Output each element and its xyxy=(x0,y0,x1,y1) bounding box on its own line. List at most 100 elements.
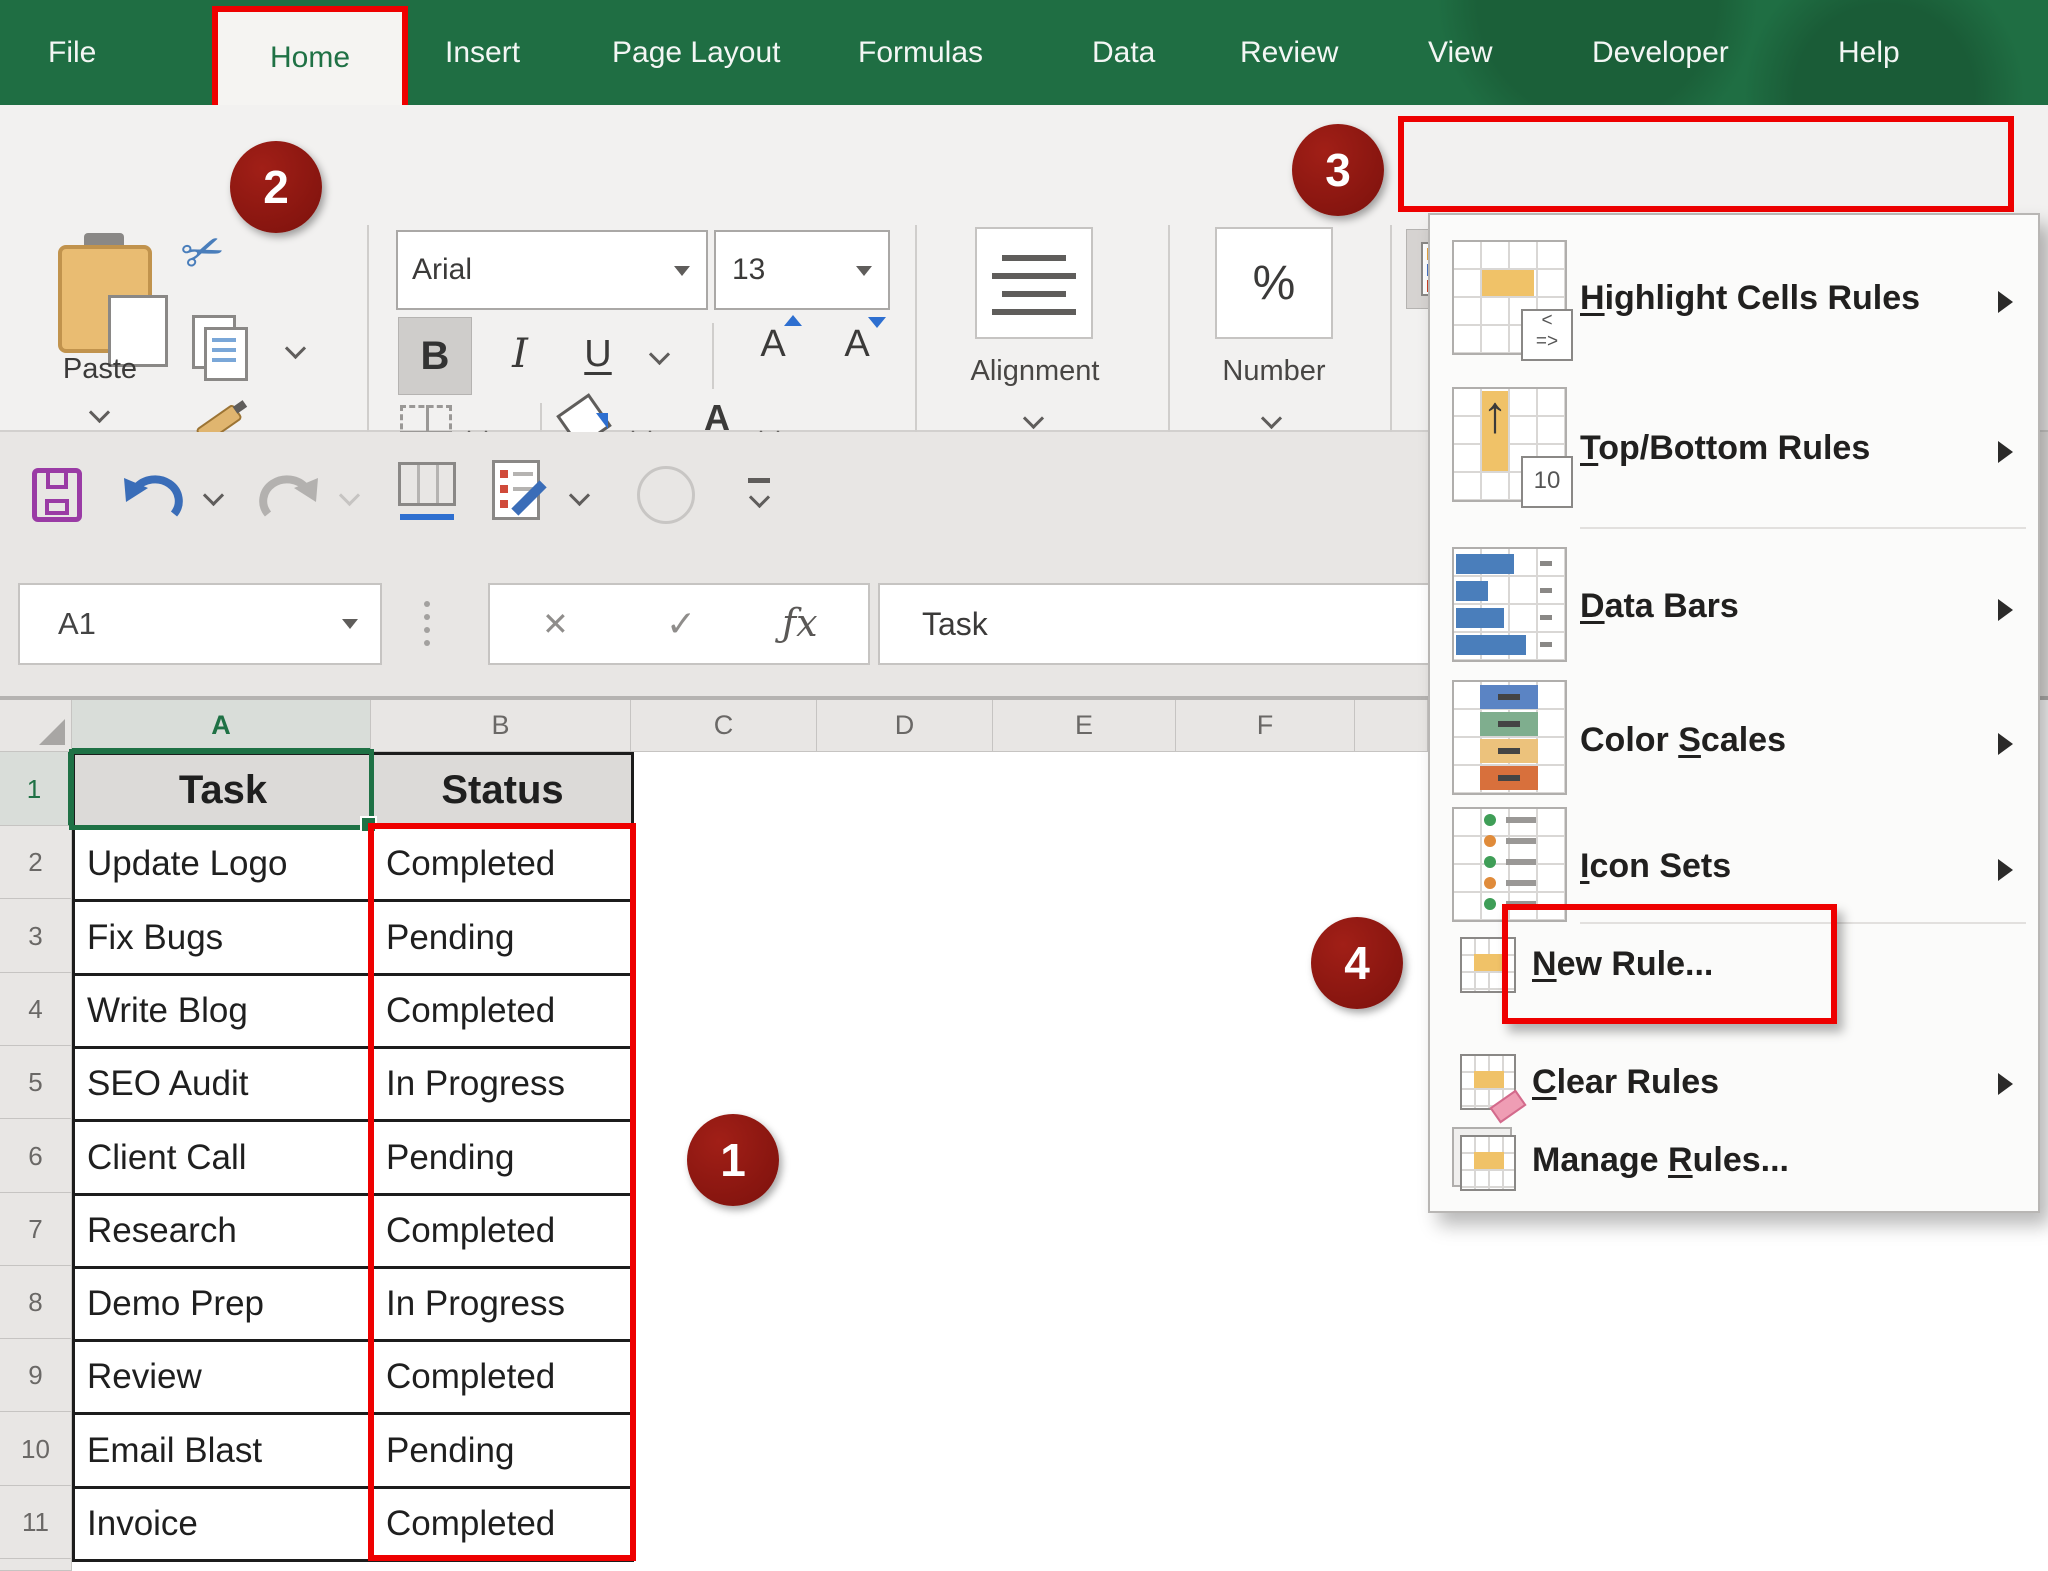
column-width-arrow-icon xyxy=(400,514,454,520)
tab-view[interactable]: View xyxy=(1428,0,1492,105)
cell-a11[interactable]: Invoice xyxy=(74,1488,373,1561)
cell-b1[interactable]: Status xyxy=(373,754,633,828)
excel-window: File Insert Page Layout Formulas Data Re… xyxy=(0,0,2048,1571)
submenu-arrow-icon xyxy=(1998,599,2013,621)
name-box[interactable]: A1 xyxy=(18,583,382,665)
row-header-2[interactable]: 2 xyxy=(0,826,72,899)
name-box-dropdown-icon[interactable] xyxy=(342,619,358,629)
row-header-7[interactable]: 7 xyxy=(0,1193,72,1266)
tab-insert[interactable]: Insert xyxy=(445,0,520,105)
font-size-dropdown-icon[interactable] xyxy=(856,266,872,276)
submenu-arrow-icon xyxy=(1998,733,2013,755)
submenu-arrow-icon xyxy=(1998,291,2013,313)
tab-home[interactable]: Home xyxy=(212,6,408,112)
tab-page-layout[interactable]: Page Layout xyxy=(612,0,780,105)
customize-toolbar-icon[interactable] xyxy=(748,478,770,483)
clear-rules-icon xyxy=(1460,1054,1516,1110)
font-name-combo[interactable]: Arial xyxy=(396,230,708,310)
undo-icon[interactable] xyxy=(122,470,184,524)
row-header-4[interactable]: 4 xyxy=(0,973,72,1046)
underline-dropdown-icon[interactable] xyxy=(649,344,670,365)
column-header-c[interactable]: C xyxy=(631,700,817,752)
number-group-label: Number xyxy=(1174,355,1374,388)
column-header-d[interactable]: D xyxy=(817,700,993,752)
number-dropdown-icon[interactable] xyxy=(1261,408,1282,429)
data-bars-icon xyxy=(1452,547,1567,662)
cell-a7[interactable]: Research xyxy=(74,1195,373,1268)
decrease-font-button[interactable]: A xyxy=(822,323,892,393)
formula-bar-drag-handle[interactable] xyxy=(424,594,430,653)
alignment-icon xyxy=(975,227,1093,339)
column-header-e[interactable]: E xyxy=(993,700,1176,752)
row-header-5[interactable]: 5 xyxy=(0,1046,72,1119)
formula-buttons: ✕ ✓ ƒx xyxy=(488,583,870,665)
conditional-formatting-menu: < => Highlight Cells Rules ↑ 10 Top/Bott… xyxy=(1428,213,2040,1213)
cell-a8[interactable]: Demo Prep xyxy=(74,1268,373,1341)
select-all-corner[interactable] xyxy=(0,700,72,752)
manage-rules-icon xyxy=(1460,1135,1516,1191)
tab-formulas[interactable]: Formulas xyxy=(858,0,983,105)
column-header-a[interactable]: A xyxy=(72,700,371,752)
cut-icon[interactable]: ✂ xyxy=(173,218,232,287)
row-header-12[interactable] xyxy=(0,1559,72,1571)
new-rule-highlight-box xyxy=(1502,904,1837,1024)
increase-font-button[interactable]: A xyxy=(738,323,808,393)
cell-a2[interactable]: Update Logo xyxy=(74,828,373,901)
column-header-b[interactable]: B xyxy=(371,700,631,752)
font-name-dropdown-icon[interactable] xyxy=(674,266,690,276)
annotation-step-2: 2 xyxy=(230,141,322,233)
alignment-dropdown-icon[interactable] xyxy=(1023,408,1044,429)
column-width-icon[interactable] xyxy=(398,462,456,506)
tab-data[interactable]: Data xyxy=(1092,0,1155,105)
paste-dropdown-icon[interactable] xyxy=(89,402,110,423)
row-header-10[interactable]: 10 xyxy=(0,1412,72,1486)
paste-label[interactable]: Paste xyxy=(40,353,160,386)
customize-toolbar-chevron-icon xyxy=(749,487,770,508)
save-icon[interactable] xyxy=(32,468,82,522)
submenu-arrow-icon xyxy=(1998,859,2013,881)
active-cell-selection[interactable] xyxy=(69,749,374,830)
edit-form-icon[interactable] xyxy=(492,460,540,520)
tab-help[interactable]: Help xyxy=(1838,0,1900,105)
tab-developer[interactable]: Developer xyxy=(1592,0,1729,105)
row-header-3[interactable]: 3 xyxy=(0,899,72,973)
cell-a9[interactable]: Review xyxy=(74,1341,373,1414)
row-header-9[interactable]: 9 xyxy=(0,1339,72,1412)
tab-file[interactable]: File xyxy=(48,0,96,105)
tab-review[interactable]: Review xyxy=(1240,0,1338,105)
edit-form-dropdown-icon[interactable] xyxy=(569,485,590,506)
italic-button[interactable]: I xyxy=(492,317,548,393)
underline-button[interactable]: U xyxy=(566,317,630,393)
cell-a6[interactable]: Client Call xyxy=(74,1121,373,1195)
row-header-8[interactable]: 8 xyxy=(0,1266,72,1339)
color-scales-icon xyxy=(1452,680,1567,795)
annotation-step-3: 3 xyxy=(1292,124,1384,216)
cell-a3[interactable]: Fix Bugs xyxy=(74,901,373,975)
copy-dropdown-icon[interactable] xyxy=(285,338,306,359)
status-range-highlight-box xyxy=(368,823,636,1561)
top-bottom-rules-icon: ↑ 10 xyxy=(1452,387,1567,502)
row-header-11[interactable]: 11 xyxy=(0,1486,72,1559)
column-header-f[interactable]: F xyxy=(1176,700,1355,752)
cell-a10[interactable]: Email Blast xyxy=(74,1414,373,1488)
column-header-g[interactable] xyxy=(1355,700,1428,752)
bold-button[interactable]: B xyxy=(398,317,472,395)
cell-a4[interactable]: Write Blog xyxy=(74,975,373,1048)
submenu-arrow-icon xyxy=(1998,1073,2013,1095)
row-header-1[interactable]: 1 xyxy=(0,752,72,826)
decrease-font-arrow-icon xyxy=(868,317,886,328)
cell-a5[interactable]: SEO Audit xyxy=(74,1048,373,1121)
alignment-group-label: Alignment xyxy=(930,355,1140,388)
enter-icon[interactable]: ✓ xyxy=(666,585,696,663)
row-header-6[interactable]: 6 xyxy=(0,1119,72,1193)
select-all-triangle-icon xyxy=(39,719,65,745)
redo-icon[interactable] xyxy=(258,470,320,524)
cancel-icon[interactable]: ✕ xyxy=(542,585,569,663)
insert-function-icon[interactable]: ƒx xyxy=(782,585,818,661)
shape-circle-icon[interactable] xyxy=(637,466,695,524)
undo-dropdown-icon[interactable] xyxy=(203,485,224,506)
font-size-combo[interactable]: 13 xyxy=(714,230,890,310)
copy-icon[interactable] xyxy=(192,315,252,377)
cf-highlight-box xyxy=(1398,116,2014,212)
redo-dropdown-icon[interactable] xyxy=(339,485,360,506)
